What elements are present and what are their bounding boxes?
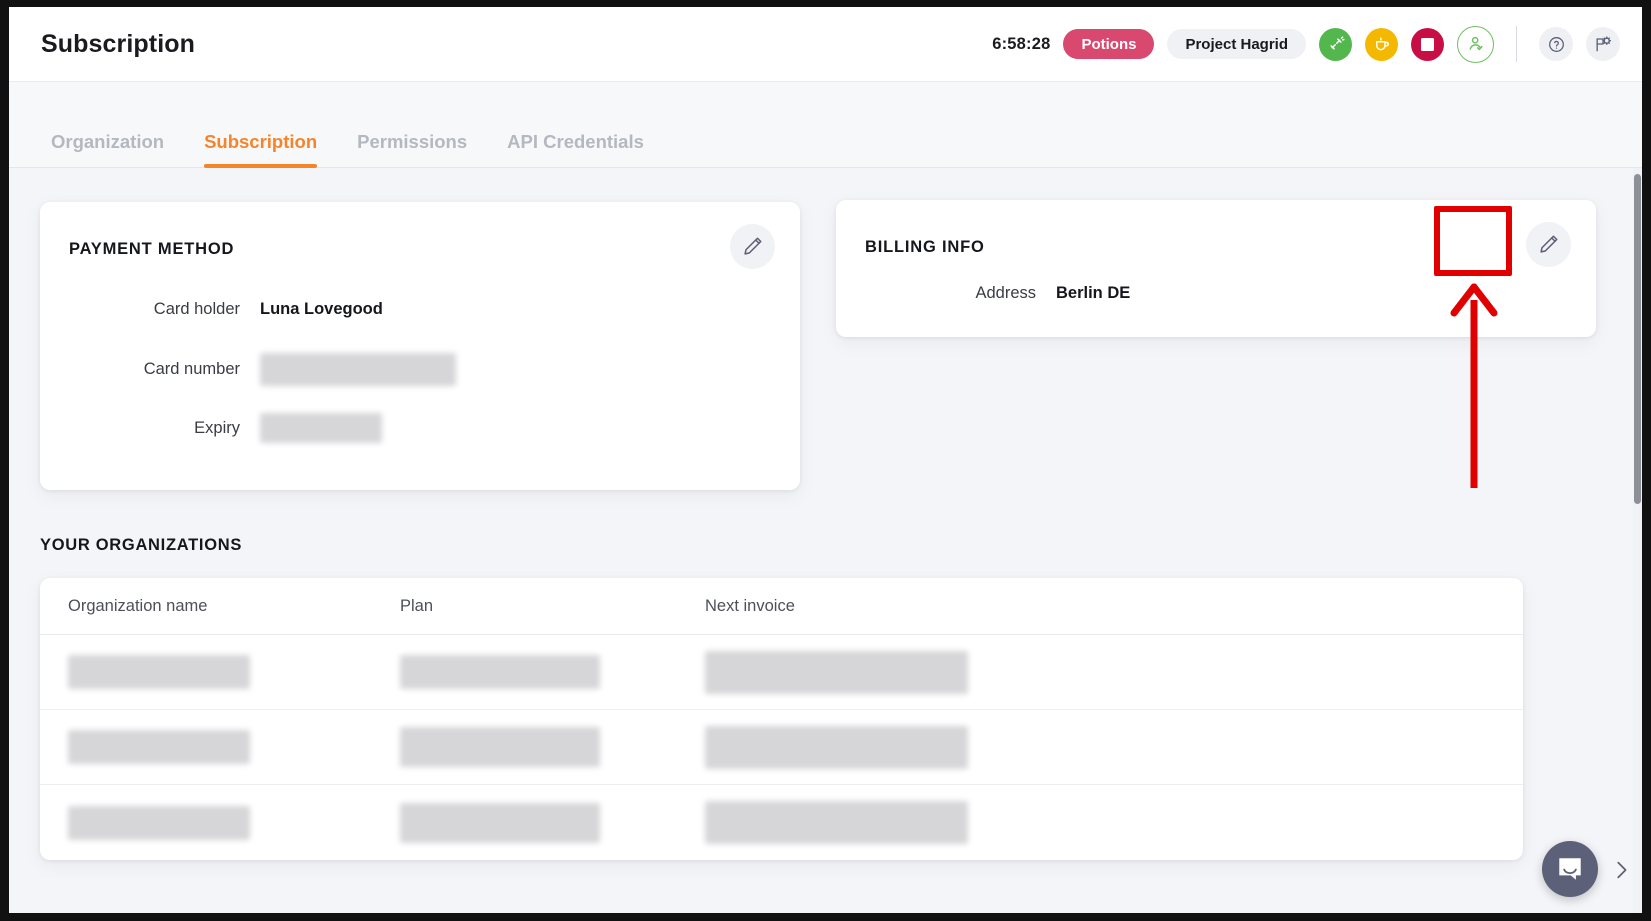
field-card-number: Card number [40, 353, 456, 386]
organizations-section-title: YOUR ORGANIZATIONS [40, 536, 243, 554]
chevron-right-icon[interactable] [1610, 859, 1632, 881]
connection-glyph [1329, 36, 1345, 50]
browser-viewport: Subscription 6:58:28 Potions Project Hag… [9, 7, 1642, 913]
tab-subscription[interactable]: Subscription [184, 132, 337, 168]
redacted-value [705, 801, 968, 844]
field-card-holder-label: Card holder [153, 300, 240, 318]
cell-next-invoice [705, 650, 1105, 694]
redacted-value [705, 725, 968, 769]
cell-organization-name [40, 730, 400, 764]
coffee-glyph [1375, 37, 1389, 51]
badge-project[interactable]: Project Hagrid [1167, 29, 1306, 59]
payment-method-title: PAYMENT METHOD [69, 240, 235, 258]
payment-method-card: PAYMENT METHOD Card holder Luna Lovegood… [40, 202, 800, 490]
pencil-icon [744, 237, 762, 255]
redacted-value [68, 805, 250, 840]
chat-launcher-button[interactable] [1542, 841, 1598, 897]
column-header-plan: Plan [400, 596, 434, 615]
table-row[interactable] [40, 785, 1523, 860]
settings-tabbar: Organization Subscription Permissions AP… [9, 82, 1642, 168]
redacted-value [705, 650, 968, 694]
redacted-value [68, 655, 250, 689]
table-row[interactable] [40, 635, 1523, 710]
cell-plan [400, 802, 705, 843]
tab-api-credentials[interactable]: API Credentials [487, 132, 664, 168]
payment-method-edit-button[interactable] [730, 224, 775, 269]
field-card-number-label: Card number [143, 360, 240, 378]
flag-settings-glyph [1596, 36, 1612, 52]
help-glyph [1548, 36, 1564, 52]
cell-next-invoice [705, 725, 1105, 769]
organizations-table-header: Organization name Plan Next invoice [40, 578, 1523, 635]
coffee-cup-icon[interactable] [1365, 27, 1398, 61]
cell-organization-name [40, 805, 400, 840]
field-card-holder: Card holder Luna Lovegood [40, 300, 383, 319]
field-address-label: Address [975, 284, 1036, 302]
header-actions: 6:58:28 Potions Project Hagrid [992, 25, 1620, 63]
field-expiry: Expiry [40, 413, 382, 443]
tab-permissions[interactable]: Permissions [337, 132, 487, 168]
session-timer: 6:58:28 [992, 34, 1051, 53]
column-header-next-invoice: Next invoice [705, 596, 795, 615]
cell-plan [400, 727, 705, 767]
field-card-number-redacted-value [260, 353, 456, 386]
subscription-content: PAYMENT METHOD Card holder Luna Lovegood… [9, 168, 1642, 913]
cell-organization-name [40, 655, 400, 689]
app-header: Subscription 6:58:28 Potions Project Hag… [9, 7, 1642, 82]
billing-info-card: BILLING INFO Address Berlin DE [836, 200, 1596, 337]
stop-square-icon[interactable] [1411, 27, 1444, 61]
redacted-value [400, 802, 600, 843]
tab-organization[interactable]: Organization [31, 132, 184, 168]
organizations-table: Organization name Plan Next invoice [40, 578, 1523, 860]
help-circle-icon[interactable] [1539, 27, 1573, 61]
screenshot-root: Subscription 6:58:28 Potions Project Hag… [0, 0, 1651, 921]
column-header-organization-name: Organization name [68, 596, 208, 615]
field-card-holder-value: Luna Lovegood [260, 300, 383, 318]
chat-bubble-icon [1559, 858, 1581, 880]
field-expiry-redacted-value [260, 413, 382, 443]
header-divider [1516, 26, 1517, 62]
table-row[interactable] [40, 710, 1523, 785]
redacted-value [68, 730, 250, 764]
badge-potions[interactable]: Potions [1063, 29, 1155, 59]
cell-plan [400, 655, 705, 689]
page-title: Subscription [41, 29, 195, 58]
billing-info-edit-button[interactable] [1526, 222, 1571, 267]
field-address: Address Berlin DE [836, 284, 1130, 303]
redacted-value [400, 655, 600, 689]
stop-glyph [1421, 37, 1434, 51]
field-expiry-label: Expiry [194, 418, 240, 437]
user-check-icon[interactable] [1457, 25, 1494, 63]
connection-icon[interactable] [1319, 27, 1352, 61]
flag-settings-icon[interactable] [1586, 27, 1620, 61]
vertical-scrollbar-thumb[interactable] [1634, 174, 1641, 504]
billing-info-title: BILLING INFO [865, 238, 985, 256]
user-check-glyph [1469, 36, 1483, 51]
pencil-icon [1540, 235, 1558, 253]
redacted-value [400, 727, 600, 767]
field-address-value: Berlin DE [1056, 284, 1131, 302]
cell-next-invoice [705, 801, 1105, 844]
